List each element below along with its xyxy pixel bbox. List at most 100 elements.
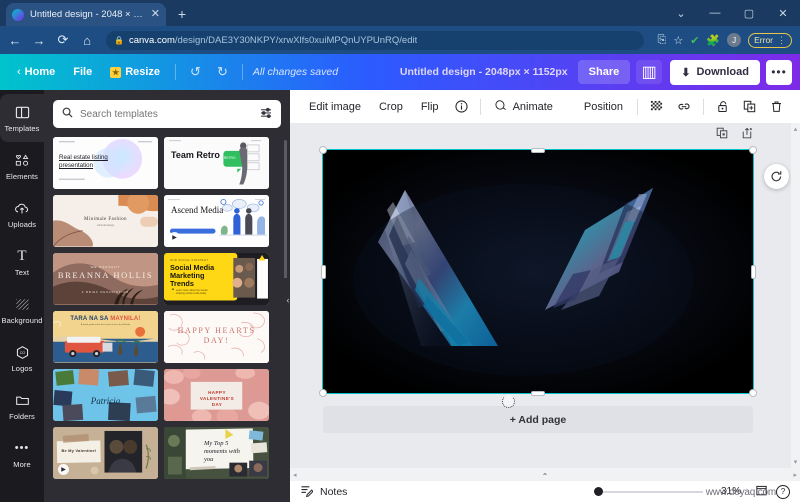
resize-handle-bottom-left[interactable]: [319, 389, 327, 397]
help-icon[interactable]: ?: [776, 484, 790, 499]
error-label: Error: [754, 35, 773, 45]
back-icon[interactable]: ←: [8, 33, 22, 48]
horizontal-scrollbar[interactable]: ◂ ▸ ⌃: [290, 468, 800, 481]
template-card[interactable]: TARA NA SA MAYNILA! A travel guide to th…: [53, 311, 158, 363]
lock-icon[interactable]: [709, 100, 736, 113]
download-button[interactable]: ⬇ Download: [670, 59, 760, 85]
crop-button[interactable]: Crop: [370, 101, 412, 113]
info-icon[interactable]: [448, 100, 475, 113]
insights-bar-chart-icon[interactable]: ▥: [636, 60, 663, 84]
add-page-button[interactable]: + Add page: [323, 406, 753, 433]
template-title: Patricia: [90, 396, 121, 406]
resize-handle-top[interactable]: [531, 147, 545, 153]
forward-icon[interactable]: →: [32, 33, 46, 48]
reload-icon[interactable]: ⟳: [56, 32, 70, 48]
panel-expand-handle[interactable]: ⌃: [519, 468, 571, 481]
resize-button[interactable]: ★ Resize: [101, 60, 169, 84]
sidebar-item-elements[interactable]: Elements: [0, 142, 44, 190]
sidebar-item-folders[interactable]: Folders: [0, 382, 44, 430]
window-close-icon[interactable]: ✕: [766, 0, 800, 26]
template-card[interactable]: Real estate listing presentation: [53, 137, 158, 189]
template-title: Social Media Marketing Trends: [170, 263, 215, 289]
home-icon[interactable]: ⌂: [80, 33, 94, 48]
sidebar-item-uploads[interactable]: Uploads: [0, 190, 44, 238]
delete-icon[interactable]: [763, 100, 790, 113]
resize-handle-right[interactable]: [750, 264, 756, 279]
scroll-up-icon[interactable]: ▴: [794, 125, 798, 133]
template-card[interactable]: WE PRESENT BREANNA HOLLIS A BRIEF DESCRI…: [53, 253, 158, 305]
resize-handle-bottom-right[interactable]: [749, 389, 757, 397]
play-icon[interactable]: ▶: [58, 464, 69, 475]
more-options-button[interactable]: •••: [766, 59, 792, 85]
document-title[interactable]: Untitled design - 2048px × 1152px: [390, 66, 578, 78]
notes-button[interactable]: Notes: [300, 484, 347, 500]
maximize-icon[interactable]: ▢: [732, 0, 766, 26]
duplicate-icon[interactable]: [736, 100, 763, 113]
chevron-down-icon[interactable]: ⌄: [664, 0, 698, 26]
resize-handle-left[interactable]: [320, 264, 326, 279]
template-card[interactable]: Patricia: [53, 369, 158, 421]
extensions-puzzle-icon[interactable]: 🧩: [706, 34, 720, 47]
design-page[interactable]: [319, 146, 789, 397]
sidebar-item-more[interactable]: ••• More: [0, 430, 44, 478]
resize-handle-top-left[interactable]: [319, 146, 327, 154]
zoom-slider[interactable]: [593, 487, 703, 496]
minimize-icon[interactable]: —: [698, 0, 732, 26]
template-card[interactable]: OUR SOCIAL STRATEGY Social Media Marketi…: [164, 253, 269, 305]
share-page-icon[interactable]: ⎘: [658, 34, 667, 47]
template-subtitle: minimal design: [96, 224, 115, 227]
template-card[interactable]: My Top 5 moments with you: [164, 427, 269, 479]
share-button[interactable]: Share: [577, 60, 631, 84]
avatar[interactable]: J: [727, 33, 742, 47]
duplicate-page-icon[interactable]: [716, 127, 728, 142]
panel-scrollbar[interactable]: [284, 140, 287, 290]
close-icon[interactable]: ✕: [151, 9, 160, 20]
redo-icon[interactable]: ↻: [209, 64, 236, 80]
template-subtitle: A BRIEF DESCRIPTION: [81, 291, 130, 294]
transparency-icon[interactable]: [643, 100, 670, 113]
template-card[interactable]: Minimale Fashion minimal design: [53, 195, 158, 247]
template-card[interactable]: SHORT RETRO Team Retro: [164, 137, 269, 189]
template-card[interactable]: HAPPY HEARTS DAY!: [164, 311, 269, 363]
shield-check-icon[interactable]: ✔: [690, 34, 699, 47]
home-button[interactable]: ‹ Home: [8, 60, 64, 84]
file-menu[interactable]: File: [64, 60, 101, 84]
template-card[interactable]: Be My Valentine! ▶: [53, 427, 158, 479]
rotate-handle[interactable]: [764, 164, 789, 189]
sidebar-item-templates[interactable]: Templates: [0, 94, 44, 142]
link-icon[interactable]: [670, 100, 698, 113]
canvas-area[interactable]: + Add page: [290, 123, 800, 468]
zoom-slider-knob[interactable]: [593, 487, 603, 496]
animate-button[interactable]: Animate: [486, 99, 561, 115]
position-button[interactable]: Position: [575, 101, 632, 113]
scroll-left-icon[interactable]: ◂: [293, 471, 297, 479]
browser-tab-title: Untitled design - 2048 × 1152px: [30, 9, 145, 20]
vertical-scrollbar[interactable]: ▴ ▾: [791, 123, 800, 468]
error-badge[interactable]: Error ⋮: [748, 32, 792, 48]
sidebar-item-logos[interactable]: CO Logos: [0, 334, 44, 382]
resize-handle-top-right[interactable]: [749, 146, 757, 154]
sidebar-item-background[interactable]: Background: [0, 286, 44, 334]
search-input[interactable]: [80, 108, 253, 120]
resize-handle-bottom[interactable]: [531, 390, 545, 396]
template-title: HAPPY HEARTS DAY!: [177, 326, 256, 345]
chevron-left-icon: ‹: [17, 66, 21, 78]
undo-icon[interactable]: ↺: [182, 64, 209, 80]
address-bar[interactable]: 🔒 canva.com/design/DAE3Y30NKPY/xrwXlfs0x…: [106, 30, 644, 50]
scroll-down-icon[interactable]: ▾: [794, 458, 798, 466]
new-tab-button[interactable]: +: [172, 5, 192, 23]
scroll-right-icon[interactable]: ▸: [793, 471, 797, 479]
template-card[interactable]: Ascend Media ▶: [164, 195, 269, 247]
search-icon: [62, 107, 73, 121]
search-box[interactable]: [53, 100, 281, 128]
play-icon[interactable]: ▶: [169, 232, 180, 243]
flip-button[interactable]: Flip: [412, 101, 448, 113]
zoom-slider-track[interactable]: [602, 490, 703, 493]
bookmark-star-icon[interactable]: ☆: [673, 34, 683, 47]
sidebar-item-text[interactable]: T Text: [0, 238, 44, 286]
template-card[interactable]: HAPPY VALENTINE'S DAY: [164, 369, 269, 421]
edit-image-button[interactable]: Edit image: [300, 101, 370, 113]
browser-tab[interactable]: Untitled design - 2048 × 1152px ✕: [6, 3, 166, 26]
browser-menu-icon[interactable]: ⋮: [777, 35, 786, 46]
add-page-icon[interactable]: [741, 127, 753, 142]
